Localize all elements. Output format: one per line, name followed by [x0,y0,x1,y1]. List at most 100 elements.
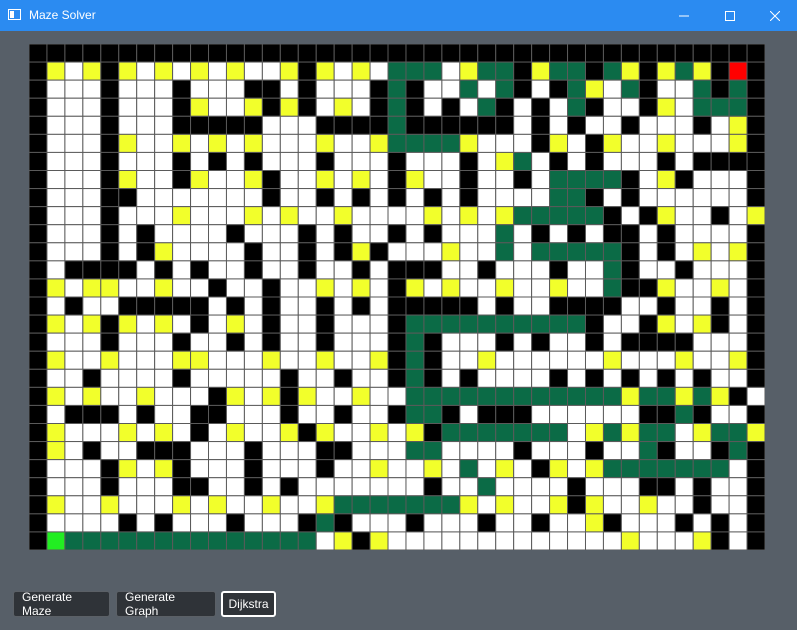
maze-open-cell [190,332,210,352]
maze-wall-cell [638,79,658,99]
maze-open-cell [459,350,479,370]
maze-open-cell [118,278,138,298]
close-button[interactable] [752,0,797,31]
maze-open-cell [584,477,604,497]
maze-open-cell [728,224,748,244]
maze-open-cell [46,151,66,171]
maze-path-cell [225,531,245,550]
maze-wall-cell [297,224,317,244]
maze-open-cell [423,79,443,99]
maze-open-cell [136,459,156,479]
maze-open-cell [225,368,245,388]
maze-path-cell [602,170,622,190]
maze-wall-cell [29,44,48,63]
generate-graph-button[interactable]: Generate Graph [116,590,216,618]
maze-open-cell [190,206,210,226]
maze-wall-cell [29,477,48,497]
maze-open-cell [495,133,515,153]
maze-open-cell [243,386,263,406]
maze-open-cell [225,206,245,226]
maze-wall-cell [154,441,174,461]
maze-wall-cell [369,97,389,117]
maze-wall-cell [495,332,515,352]
maze-wall-cell [638,477,658,497]
maze-open-cell [333,296,353,316]
maze-wall-cell [136,224,156,244]
maze-open-cell [297,296,317,316]
maze-path-cell [638,441,658,461]
maze-wall-cell [746,115,765,135]
maze-open-cell [136,188,156,208]
maze-open-cell [64,242,84,262]
maze-open-cell [638,296,658,316]
maze-wall-cell [100,170,120,190]
maze-path-cell [513,386,533,406]
maze-open-cell [315,531,335,550]
maze-open-cell [549,332,569,352]
maze-canvas[interactable] [29,44,765,550]
maze-wall-cell [387,368,407,388]
maximize-button[interactable] [707,0,753,31]
maze-node-cell [423,459,443,479]
maze-open-cell [225,133,245,153]
maze-open-cell [513,296,533,316]
maze-open-cell [692,350,712,370]
maze-open-cell [279,441,299,461]
maze-path-cell [495,314,515,334]
maze-wall-cell [333,513,353,533]
maze-open-cell [82,495,102,515]
maze-wall-cell [746,133,765,153]
maze-open-cell [64,459,84,479]
maze-open-cell [279,332,299,352]
minimize-button[interactable] [661,0,707,31]
maze-wall-cell [656,368,676,388]
maze-open-cell [387,531,407,550]
maze-open-cell [64,441,84,461]
maze-path-cell [477,423,497,443]
maze-wall-cell [29,423,48,443]
maze-open-cell [243,61,263,81]
maze-open-cell [333,459,353,479]
maze-wall-cell [261,332,281,352]
maze-open-cell [513,133,533,153]
maze-wall-cell [29,97,48,117]
maze-open-cell [315,79,335,99]
maze-wall-cell [118,296,138,316]
close-icon [770,10,780,21]
maze-open-cell [154,224,174,244]
maze-open-cell [64,332,84,352]
maze-wall-cell [100,97,120,117]
maze-open-cell [638,242,658,262]
maze-open-cell [100,423,120,443]
maze-wall-cell [746,61,765,81]
maze-open-cell [387,459,407,479]
maze-wall-cell [638,314,658,334]
maze-open-cell [584,404,604,424]
maze-open-cell [297,332,317,352]
maze-wall-cell [333,242,353,262]
maze-open-cell [710,224,730,244]
maze-wall-cell [190,260,210,280]
maze-open-cell [513,224,533,244]
maze-path-cell [387,79,407,99]
maze-wall-cell [100,115,120,135]
maze-wall-cell [261,314,281,334]
maze-open-cell [154,115,174,135]
maze-wall-cell [656,332,676,352]
maze-node-cell [351,278,371,298]
maze-open-cell [405,242,425,262]
maze-wall-cell [746,404,765,424]
maze-path-cell [405,368,425,388]
dijkstra-button[interactable]: Dijkstra [221,591,276,617]
maze-wall-cell [513,44,533,63]
maze-wall-cell [243,79,263,99]
maze-open-cell [441,224,461,244]
maze-wall-cell [190,423,210,443]
maze-open-cell [261,206,281,226]
generate-maze-button[interactable]: Generate Maze [13,590,110,618]
maze-path-cell [531,423,551,443]
maze-wall-cell [100,79,120,99]
maze-wall-cell [100,459,120,479]
maze-open-cell [208,477,227,497]
maze-open-cell [64,97,84,117]
